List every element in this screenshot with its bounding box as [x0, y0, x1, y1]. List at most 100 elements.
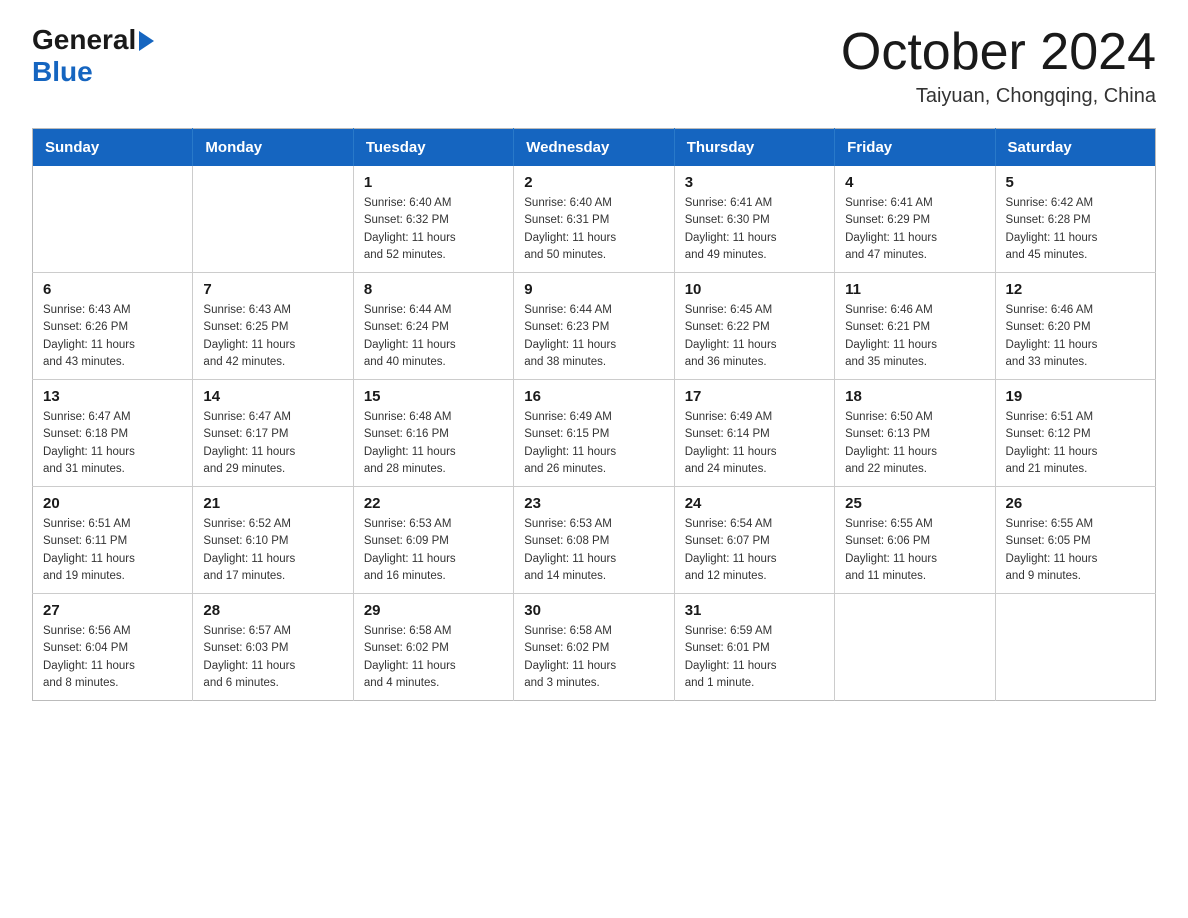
day-info: Sunrise: 6:56 AMSunset: 6:04 PMDaylight:… [43, 623, 182, 692]
logo-general-text: General [32, 24, 136, 56]
calendar-title: October 2024 [841, 24, 1156, 81]
calendar-cell: 3 Sunrise: 6:41 AMSunset: 6:30 PMDaylight… [674, 166, 834, 273]
day-number: 10 [685, 281, 824, 298]
day-number: 31 [685, 602, 824, 619]
day-info: Sunrise: 6:55 AMSunset: 6:05 PMDaylight:… [1006, 516, 1145, 585]
logo-arrow-icon [139, 31, 154, 51]
calendar-cell: 6Sunrise: 6:43 AMSunset: 6:26 PMDaylight… [33, 273, 193, 380]
day-number: 17 [685, 388, 824, 405]
day-header-wednesday: Wednesday [514, 129, 674, 167]
calendar-cell: 1Sunrise: 6:40 AMSunset: 6:32 PMDaylight… [353, 166, 513, 273]
calendar-header: SundayMondayTuesdayWednesdayThursdayFrid… [33, 129, 1156, 167]
day-number: 7 [203, 281, 342, 298]
calendar-cell: 11 Sunrise: 6:46 AMSunset: 6:21 PMDayligh… [835, 273, 995, 380]
calendar-cell: 23 Sunrise: 6:53 AMSunset: 6:08 PMDayligh… [514, 487, 674, 594]
calendar-cell [33, 166, 193, 273]
calendar-cell [193, 166, 353, 273]
day-number: 14 [203, 388, 342, 405]
calendar-cell: 15 Sunrise: 6:48 AMSunset: 6:16 PMDayligh… [353, 380, 513, 487]
day-info: Sunrise: 6:55 AMSunset: 6:06 PMDaylight:… [845, 516, 984, 585]
calendar-cell: 9Sunrise: 6:44 AMSunset: 6:23 PMDaylight… [514, 273, 674, 380]
day-number: 28 [203, 602, 342, 619]
day-number: 3 [685, 174, 824, 191]
calendar-cell: 21Sunrise: 6:52 AMSunset: 6:10 PMDayligh… [193, 487, 353, 594]
day-info: Sunrise: 6:50 AMSunset: 6:13 PMDaylight:… [845, 409, 984, 478]
calendar-cell: 30Sunrise: 6:58 AMSunset: 6:02 PMDayligh… [514, 594, 674, 701]
day-info: Sunrise: 6:40 AMSunset: 6:31 PMDaylight:… [524, 195, 663, 264]
day-header-saturday: Saturday [995, 129, 1155, 167]
calendar-week-3: 13Sunrise: 6:47 AMSunset: 6:18 PMDayligh… [33, 380, 1156, 487]
day-info: Sunrise: 6:46 AMSunset: 6:21 PMDaylight:… [845, 302, 984, 371]
day-info: Sunrise: 6:46 AMSunset: 6:20 PMDaylight:… [1006, 302, 1145, 371]
day-header-friday: Friday [835, 129, 995, 167]
day-number: 21 [203, 495, 342, 512]
calendar-cell: 12Sunrise: 6:46 AMSunset: 6:20 PMDayligh… [995, 273, 1155, 380]
day-number: 19 [1006, 388, 1145, 405]
day-number: 18 [845, 388, 984, 405]
day-header-sunday: Sunday [33, 129, 193, 167]
day-info: Sunrise: 6:51 AMSunset: 6:11 PMDaylight:… [43, 516, 182, 585]
day-number: 29 [364, 602, 503, 619]
day-info: Sunrise: 6:41 AMSunset: 6:30 PMDaylight:… [685, 195, 824, 264]
day-info: Sunrise: 6:57 AMSunset: 6:03 PMDaylight:… [203, 623, 342, 692]
day-info: Sunrise: 6:44 AMSunset: 6:23 PMDaylight:… [524, 302, 663, 371]
calendar-subtitle: Taiyuan, Chongqing, China [841, 85, 1156, 108]
day-info: Sunrise: 6:54 AMSunset: 6:07 PMDaylight:… [685, 516, 824, 585]
calendar-week-1: 1Sunrise: 6:40 AMSunset: 6:32 PMDaylight… [33, 166, 1156, 273]
day-info: Sunrise: 6:49 AMSunset: 6:14 PMDaylight:… [685, 409, 824, 478]
day-number: 2 [524, 174, 663, 191]
day-info: Sunrise: 6:49 AMSunset: 6:15 PMDaylight:… [524, 409, 663, 478]
logo: General Blue [32, 24, 154, 88]
calendar-cell: 27 Sunrise: 6:56 AMSunset: 6:04 PMDayligh… [33, 594, 193, 701]
day-header-thursday: Thursday [674, 129, 834, 167]
day-number: 5 [1006, 174, 1145, 191]
day-number: 22 [364, 495, 503, 512]
calendar-cell: 28 Sunrise: 6:57 AMSunset: 6:03 PMDayligh… [193, 594, 353, 701]
day-header-row: SundayMondayTuesdayWednesdayThursdayFrid… [33, 129, 1156, 167]
calendar-cell: 31 Sunrise: 6:59 AMSunset: 6:01 PMDayligh… [674, 594, 834, 701]
calendar-cell: 25Sunrise: 6:55 AMSunset: 6:06 PMDayligh… [835, 487, 995, 594]
day-number: 11 [845, 281, 984, 298]
calendar-cell: 5Sunrise: 6:42 AMSunset: 6:28 PMDaylight… [995, 166, 1155, 273]
calendar-cell: 16 Sunrise: 6:49 AMSunset: 6:15 PMDayligh… [514, 380, 674, 487]
calendar-cell: 14Sunrise: 6:47 AMSunset: 6:17 PMDayligh… [193, 380, 353, 487]
day-number: 15 [364, 388, 503, 405]
calendar-body: 1Sunrise: 6:40 AMSunset: 6:32 PMDaylight… [33, 166, 1156, 701]
day-number: 23 [524, 495, 663, 512]
calendar-cell: 8 Sunrise: 6:44 AMSunset: 6:24 PMDaylight… [353, 273, 513, 380]
day-number: 1 [364, 174, 503, 191]
day-info: Sunrise: 6:48 AMSunset: 6:16 PMDaylight:… [364, 409, 503, 478]
calendar-cell: 19 Sunrise: 6:51 AMSunset: 6:12 PMDayligh… [995, 380, 1155, 487]
calendar-cell: 7 Sunrise: 6:43 AMSunset: 6:25 PMDaylight… [193, 273, 353, 380]
day-info: Sunrise: 6:45 AMSunset: 6:22 PMDaylight:… [685, 302, 824, 371]
day-info: Sunrise: 6:53 AMSunset: 6:08 PMDaylight:… [524, 516, 663, 585]
calendar-cell [835, 594, 995, 701]
calendar-week-4: 20 Sunrise: 6:51 AMSunset: 6:11 PMDayligh… [33, 487, 1156, 594]
calendar-cell [995, 594, 1155, 701]
calendar-cell: 22Sunrise: 6:53 AMSunset: 6:09 PMDayligh… [353, 487, 513, 594]
day-info: Sunrise: 6:41 AMSunset: 6:29 PMDaylight:… [845, 195, 984, 264]
calendar-cell: 20 Sunrise: 6:51 AMSunset: 6:11 PMDayligh… [33, 487, 193, 594]
calendar-cell: 4Sunrise: 6:41 AMSunset: 6:29 PMDaylight… [835, 166, 995, 273]
logo-blue-text: Blue [32, 56, 93, 88]
day-number: 20 [43, 495, 182, 512]
page-header: General Blue October 2024 Taiyuan, Chong… [32, 24, 1156, 108]
day-info: Sunrise: 6:44 AMSunset: 6:24 PMDaylight:… [364, 302, 503, 371]
day-number: 8 [364, 281, 503, 298]
day-info: Sunrise: 6:51 AMSunset: 6:12 PMDaylight:… [1006, 409, 1145, 478]
day-number: 26 [1006, 495, 1145, 512]
calendar-cell: 26 Sunrise: 6:55 AMSunset: 6:05 PMDayligh… [995, 487, 1155, 594]
day-info: Sunrise: 6:43 AMSunset: 6:25 PMDaylight:… [203, 302, 342, 371]
day-info: Sunrise: 6:58 AMSunset: 6:02 PMDaylight:… [524, 623, 663, 692]
title-section: October 2024 Taiyuan, Chongqing, China [841, 24, 1156, 108]
day-info: Sunrise: 6:47 AMSunset: 6:18 PMDaylight:… [43, 409, 182, 478]
day-number: 16 [524, 388, 663, 405]
day-number: 27 [43, 602, 182, 619]
day-info: Sunrise: 6:59 AMSunset: 6:01 PMDaylight:… [685, 623, 824, 692]
calendar-cell: 17 Sunrise: 6:49 AMSunset: 6:14 PMDayligh… [674, 380, 834, 487]
day-info: Sunrise: 6:43 AMSunset: 6:26 PMDaylight:… [43, 302, 182, 371]
calendar-cell: 29Sunrise: 6:58 AMSunset: 6:02 PMDayligh… [353, 594, 513, 701]
day-number: 24 [685, 495, 824, 512]
calendar-cell: 24 Sunrise: 6:54 AMSunset: 6:07 PMDayligh… [674, 487, 834, 594]
calendar-cell: 13Sunrise: 6:47 AMSunset: 6:18 PMDayligh… [33, 380, 193, 487]
